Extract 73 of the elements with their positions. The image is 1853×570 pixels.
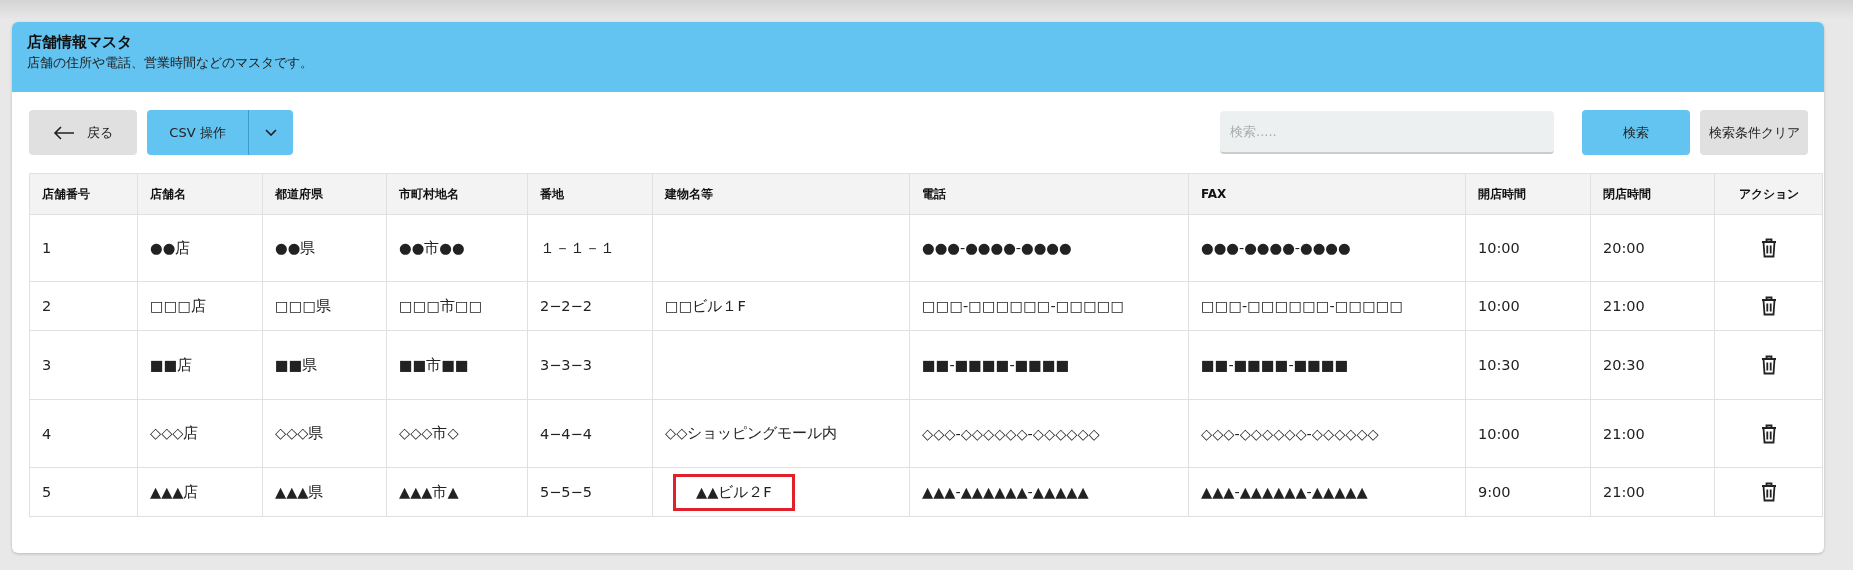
table-cell: ■■店 xyxy=(150,356,193,373)
table-cell: 10:30 xyxy=(1478,357,1520,373)
csv-button[interactable]: CSV 操作 xyxy=(147,110,248,155)
table-cell: １－１－１ xyxy=(540,239,615,256)
column-header: 市町村地名 xyxy=(386,173,528,215)
table-cell: ■■-■■■■-■■■■ xyxy=(1201,357,1349,373)
delete-icon[interactable] xyxy=(1760,482,1777,502)
table-cell: ■■-■■■■-■■■■ xyxy=(922,357,1070,373)
table-cell: ●●市●● xyxy=(399,239,465,256)
delete-icon[interactable] xyxy=(1760,296,1777,316)
table-cell: ◇◇◇店 xyxy=(150,425,199,441)
table-cell: ■■県 xyxy=(275,356,318,373)
table-cell: □□□店 xyxy=(150,297,207,314)
clear-button[interactable]: 検索条件クリア xyxy=(1700,110,1808,155)
search-field[interactable]: 検索..... xyxy=(1220,111,1554,154)
table-cell: 10:00 xyxy=(1478,425,1520,442)
column-header: 店舗番号 xyxy=(29,173,138,215)
table-cell: □□□県 xyxy=(275,297,332,314)
table-cell: ■■市■■ xyxy=(399,356,469,373)
table-cell: 10:00 xyxy=(1478,298,1520,314)
table-cell: 5 xyxy=(42,484,52,500)
table-cell: ●●県 xyxy=(275,239,316,256)
table-cell: ◇◇◇県 xyxy=(275,425,324,441)
delete-icon[interactable] xyxy=(1760,355,1777,375)
table-cell: □□□-□□□□□□-□□□□□ xyxy=(922,298,1125,314)
table-cell: ◇◇◇-◇◇◇◇◇◇-◇◇◇◇◇◇ xyxy=(1201,425,1379,442)
delete-icon[interactable] xyxy=(1760,423,1777,444)
table-cell: □□ビル１F xyxy=(665,297,746,314)
column-header: 電話 xyxy=(909,173,1189,215)
table-cell: ▲▲▲-▲▲▲▲▲▲-▲▲▲▲▲ xyxy=(1201,484,1368,500)
column-header: 都道府県 xyxy=(262,173,387,215)
delete-icon[interactable] xyxy=(1760,238,1777,258)
table-cell: 21:00 xyxy=(1603,425,1645,442)
table-cell: ▲▲▲市▲ xyxy=(399,483,459,500)
chevron-down-icon xyxy=(265,128,277,137)
back-button[interactable]: 戻る xyxy=(29,110,137,155)
table-cell: 21:00 xyxy=(1603,298,1645,314)
table-cell: 10:00 xyxy=(1478,240,1520,256)
column-header: 閉店時間 xyxy=(1590,173,1715,215)
table-cell: ●●●-●●●●-●●●● xyxy=(1201,240,1351,256)
table-cell: 1 xyxy=(42,240,52,256)
table-cell: ◇◇◇市◇ xyxy=(399,425,459,441)
table-cell: □□□-□□□□□□-□□□□□ xyxy=(1201,298,1404,314)
column-header: アクション xyxy=(1714,173,1823,215)
table-cell: 3−3−3 xyxy=(540,357,592,373)
table-cell: 4 xyxy=(42,425,52,442)
table-cell: □□□市□□ xyxy=(399,297,483,314)
arrow-left-icon xyxy=(53,125,75,140)
table-cell: 2−2−2 xyxy=(540,298,592,314)
page-subtitle: 店舗の住所や電話、営業時間などのマスタです。 xyxy=(27,55,314,72)
table-cell: ◇◇ショッピングモール内 xyxy=(665,425,838,441)
table-cell: 21:00 xyxy=(1603,484,1645,500)
table-cell: 20:30 xyxy=(1603,357,1645,373)
table-cell: 3 xyxy=(42,357,52,373)
column-header: 開店時間 xyxy=(1465,173,1591,215)
table-cell: 9:00 xyxy=(1478,484,1511,500)
highlighted-table-cell: ▲▲ビル２F xyxy=(673,473,795,511)
column-header: 番地 xyxy=(527,173,653,215)
table-cell: ●●店 xyxy=(150,239,191,256)
column-header: 建物名等 xyxy=(652,173,910,215)
table-cell: 5−5−5 xyxy=(540,484,592,500)
table-cell: ▲▲▲店 xyxy=(150,483,199,500)
column-header: 店舗名 xyxy=(137,173,263,215)
table-cell: ▲▲▲県 xyxy=(275,483,324,500)
table-cell: 4−4−4 xyxy=(540,425,592,442)
table-cell: 20:00 xyxy=(1603,240,1645,256)
table-cell: ▲▲▲-▲▲▲▲▲▲-▲▲▲▲▲ xyxy=(922,484,1089,500)
page-title: 店舗情報マスタ xyxy=(27,33,133,52)
table-cell: ◇◇◇-◇◇◇◇◇◇-◇◇◇◇◇◇ xyxy=(922,425,1100,442)
search-button[interactable]: 検索 xyxy=(1582,110,1690,155)
table-cell: 2 xyxy=(42,298,52,314)
table-cell: ●●●-●●●●-●●●● xyxy=(922,240,1072,256)
column-header: FAX xyxy=(1188,173,1466,215)
